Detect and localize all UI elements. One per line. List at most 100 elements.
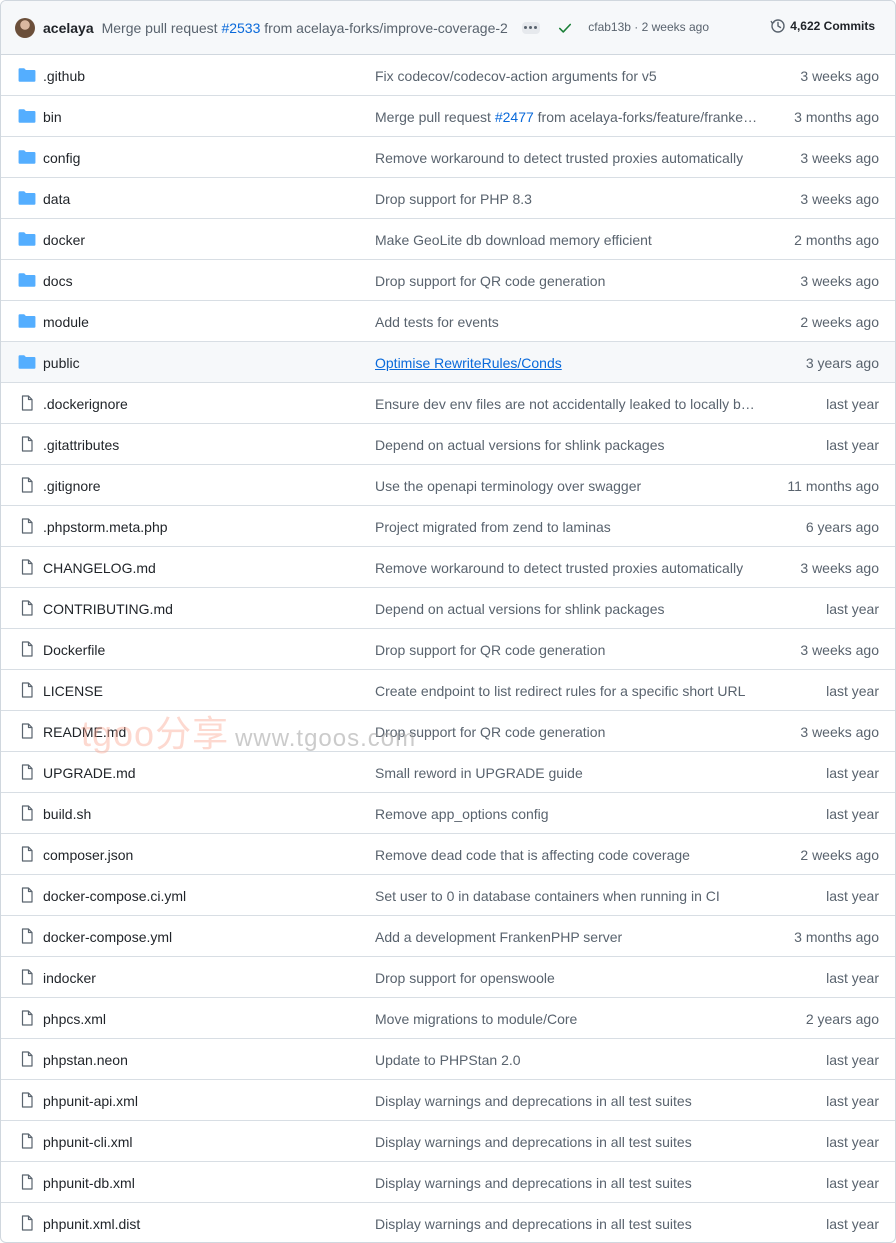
commit-message-link[interactable]: Display warnings and deprecations in all… — [375, 1216, 692, 1232]
commit-message-link[interactable]: Drop support for QR code generation — [375, 273, 605, 289]
commit-age[interactable]: 3 years ago — [806, 355, 879, 371]
table-row[interactable]: .dockerignore Ensure dev env files are no… — [1, 383, 895, 424]
table-row[interactable]: .gitattributes Depend on actual versions … — [1, 424, 895, 465]
table-row[interactable]: phpunit-api.xml Display warnings and depr… — [1, 1080, 895, 1121]
commit-message-link[interactable]: Update to PHPStan 2.0 — [375, 1052, 521, 1068]
commit-message-link[interactable]: Move migrations to module/Core — [375, 1011, 577, 1027]
table-row[interactable]: phpunit-db.xml Display warnings and depre… — [1, 1162, 895, 1203]
commit-message-link[interactable]: Ensure dev env files are not accidentall… — [375, 396, 759, 412]
file-name-link[interactable]: .phpstorm.meta.php — [43, 519, 168, 535]
commit-age[interactable]: last year — [826, 1093, 879, 1109]
commit-message-link[interactable]: Drop support for openswoole — [375, 970, 555, 986]
commit-message-link[interactable]: Create endpoint to list redirect rules f… — [375, 683, 745, 699]
table-row[interactable]: .github Fix codecov/codecov-action argume… — [1, 55, 895, 96]
commit-message-link[interactable]: Drop support for QR code generation — [375, 642, 605, 658]
file-name-link[interactable]: docker-compose.ci.yml — [43, 888, 186, 904]
commit-age[interactable]: last year — [826, 1175, 879, 1191]
file-name-link[interactable]: LICENSE — [43, 683, 103, 699]
commit-message-link[interactable]: Project migrated from zend to laminas — [375, 519, 611, 535]
file-name-link[interactable]: .gitattributes — [43, 437, 119, 453]
commit-message-suffix[interactable]: from acelaya-forks/feature/franke… — [534, 109, 757, 125]
table-row[interactable]: build.sh Remove app_options config last ye… — [1, 793, 895, 834]
commit-age[interactable]: last year — [826, 1052, 879, 1068]
file-name-link[interactable]: .dockerignore — [43, 396, 128, 412]
table-row[interactable]: phpstan.neon Update to PHPStan 2.0 last ye… — [1, 1039, 895, 1080]
commit-age[interactable]: last year — [826, 396, 879, 412]
commit-message-link[interactable]: Make GeoLite db download memory efficien… — [375, 232, 652, 248]
commit-age[interactable]: 2 months ago — [794, 232, 879, 248]
table-row[interactable]: phpunit.xml.dist Display warnings and dep… — [1, 1203, 895, 1242]
commit-message-link[interactable]: Add a development FrankenPHP server — [375, 929, 622, 945]
commit-age[interactable]: 3 months ago — [794, 109, 879, 125]
table-row[interactable]: docs Drop support for QR code generation 3… — [1, 260, 895, 301]
commit-age[interactable]: last year — [826, 970, 879, 986]
table-row[interactable]: .gitignore Use the openapi terminology ov… — [1, 465, 895, 506]
table-row[interactable]: CHANGELOG.md Remove workaround to detect … — [1, 547, 895, 588]
table-row[interactable]: indocker Drop support for openswoole last … — [1, 957, 895, 998]
file-name-link[interactable]: phpunit-api.xml — [43, 1093, 138, 1109]
commit-age[interactable]: 3 weeks ago — [800, 191, 879, 207]
file-name-link[interactable]: phpunit.xml.dist — [43, 1216, 140, 1232]
file-name-link[interactable]: .github — [43, 68, 85, 84]
commit-age[interactable]: last year — [826, 888, 879, 904]
pull-request-link[interactable]: #2533 — [221, 20, 260, 36]
commit-author[interactable]: acelaya — [43, 20, 94, 36]
table-row[interactable]: Dockerfile Drop support for QR code gener… — [1, 629, 895, 670]
commit-age[interactable]: 3 weeks ago — [800, 68, 879, 84]
commit-age[interactable]: last year — [826, 765, 879, 781]
file-name-link[interactable]: data — [43, 191, 70, 207]
commits-link[interactable]: 4,622 Commits — [770, 18, 875, 34]
file-name-link[interactable]: phpunit-db.xml — [43, 1175, 135, 1191]
commit-message-link[interactable]: Optimise RewriteRules/Conds — [375, 355, 562, 371]
table-row[interactable]: data Drop support for PHP 8.3 3 weeks ago — [1, 178, 895, 219]
commit-message-link[interactable]: Drop support for PHP 8.3 — [375, 191, 532, 207]
file-name-link[interactable]: phpstan.neon — [43, 1052, 128, 1068]
commit-message-link[interactable]: Display warnings and deprecations in all… — [375, 1134, 692, 1150]
table-row[interactable]: phpunit-cli.xml Display warnings and depr… — [1, 1121, 895, 1162]
commit-age[interactable]: 2 weeks ago — [800, 314, 879, 330]
commit-age[interactable]: 6 years ago — [806, 519, 879, 535]
file-name-link[interactable]: config — [43, 150, 80, 166]
commit-age[interactable]: last year — [826, 806, 879, 822]
commit-message-link[interactable]: Use the openapi terminology over swagger — [375, 478, 641, 494]
commit-message-link[interactable]: Fix codecov/codecov-action arguments for… — [375, 68, 657, 84]
commit-message-link[interactable]: Remove workaround to detect trusted prox… — [375, 150, 743, 166]
pull-request-link[interactable]: #2477 — [495, 109, 534, 125]
table-row[interactable]: CONTRIBUTING.md Depend on actual versions… — [1, 588, 895, 629]
commit-message-link[interactable]: Add tests for events — [375, 314, 499, 330]
table-row[interactable]: .phpstorm.meta.php Project migrated from … — [1, 506, 895, 547]
table-row[interactable]: bin Merge pull request #2477 from acelaya… — [1, 96, 895, 137]
commit-message-link[interactable]: Remove app_options config — [375, 806, 549, 822]
commit-message-suffix[interactable]: from acelaya-forks/improve-coverage-2 — [260, 20, 508, 36]
file-name-link[interactable]: phpunit-cli.xml — [43, 1134, 132, 1150]
file-name-link[interactable]: .gitignore — [43, 478, 101, 494]
file-name-link[interactable]: build.sh — [43, 806, 91, 822]
file-name-link[interactable]: indocker — [43, 970, 96, 986]
commit-age[interactable]: 2 weeks ago — [800, 847, 879, 863]
table-row[interactable]: module Add tests for events 2 weeks ago — [1, 301, 895, 342]
file-name-link[interactable]: module — [43, 314, 89, 330]
file-name-link[interactable]: bin — [43, 109, 62, 125]
file-name-link[interactable]: CHANGELOG.md — [43, 560, 156, 576]
commit-message-link[interactable]: Remove dead code that is affecting code … — [375, 847, 690, 863]
file-name-link[interactable]: CONTRIBUTING.md — [43, 601, 173, 617]
file-name-link[interactable]: docker-compose.yml — [43, 929, 172, 945]
file-name-link[interactable]: phpcs.xml — [43, 1011, 106, 1027]
commit-message-prefix[interactable]: Merge pull request — [375, 109, 495, 125]
commit-age[interactable]: 3 weeks ago — [800, 560, 879, 576]
commit-age[interactable]: last year — [826, 683, 879, 699]
commit-message-link[interactable]: Display warnings and deprecations in all… — [375, 1175, 692, 1191]
commit-age[interactable]: 3 weeks ago — [800, 273, 879, 289]
commit-message-link[interactable]: Small reword in UPGRADE guide — [375, 765, 583, 781]
commit-message-link[interactable]: Remove workaround to detect trusted prox… — [375, 560, 743, 576]
table-row[interactable]: phpcs.xml Move migrations to module/Core 2… — [1, 998, 895, 1039]
commit-message-link[interactable]: Display warnings and deprecations in all… — [375, 1093, 692, 1109]
commit-age[interactable]: 3 months ago — [794, 929, 879, 945]
commit-age[interactable]: 3 weeks ago — [800, 724, 879, 740]
table-row[interactable]: docker-compose.ci.yml Set user to 0 in da… — [1, 875, 895, 916]
table-row[interactable]: UPGRADE.md Small reword in UPGRADE guide l… — [1, 752, 895, 793]
commit-age[interactable]: 2 years ago — [806, 1011, 879, 1027]
commit-message-link[interactable]: Depend on actual versions for shlink pac… — [375, 601, 665, 617]
check-icon[interactable] — [558, 21, 572, 35]
file-name-link[interactable]: docker — [43, 232, 85, 248]
